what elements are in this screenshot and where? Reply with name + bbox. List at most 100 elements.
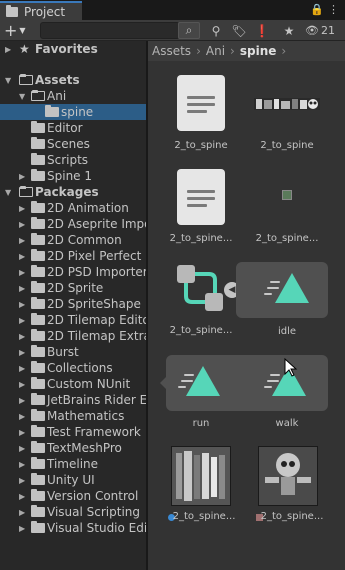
tree-row-package[interactable]: ▶ Mathematics (0, 408, 146, 424)
asset-text-file[interactable]: 2_to_spine (156, 71, 246, 161)
expand-arrow-icon[interactable]: ▶ (19, 524, 29, 533)
asset-animator-controller[interactable]: 2_to_spine... (156, 255, 246, 345)
expand-arrow-icon[interactable]: ▶ (5, 45, 15, 54)
expand-arrow-icon[interactable]: ▶ (19, 284, 29, 293)
search-mode-icon[interactable]: ⌕ (178, 22, 200, 39)
asset-label: 2_to_spine (260, 140, 314, 151)
tree-row-package[interactable]: ▶ Version Control (0, 488, 146, 504)
filter-label-icon[interactable]: 🏷 (228, 22, 250, 39)
expand-arrow-icon[interactable]: ▶ (19, 380, 29, 389)
collapse-arrow-icon[interactable]: ▼ (5, 188, 15, 197)
folder-icon (31, 281, 45, 293)
folder-icon (31, 473, 45, 485)
filter-type-icon[interactable]: ⚲ (205, 22, 227, 39)
tree-row-package[interactable]: ▶ Visual Studio Edit (0, 520, 146, 536)
expand-arrow-icon[interactable]: ▶ (19, 300, 29, 309)
tab-project[interactable]: Project (0, 1, 82, 20)
asset-texture[interactable]: 2_to_spine... (242, 443, 332, 533)
eye-slash-icon: 👁 (305, 24, 319, 37)
tree-row-package[interactable]: ▶ 2D Tilemap Extras (0, 328, 146, 344)
tree-row-ani[interactable]: ▼ Ani (0, 88, 146, 104)
asset-small-texture[interactable]: 2_to_spine... (242, 163, 332, 253)
tree-row-package[interactable]: ▶ 2D PSD Importer (0, 264, 146, 280)
tree-row-assets[interactable]: ▼ Assets (0, 72, 146, 88)
folder-icon (6, 4, 18, 17)
animation-clip-icon[interactable] (186, 366, 220, 396)
expand-arrow-icon[interactable]: ▶ (19, 396, 29, 405)
tree-row-package[interactable]: ▶ 2D Pixel Perfect (0, 248, 146, 264)
tree-row-package[interactable]: ▶ Collections (0, 360, 146, 376)
asset-clip-idle[interactable] (236, 262, 328, 318)
expand-arrow-icon[interactable]: ▶ (19, 172, 29, 181)
tree-label: Visual Studio Edit (47, 521, 146, 535)
add-button[interactable]: + ▼ (4, 21, 34, 40)
asset-texture[interactable]: 2_to_spine... (156, 443, 246, 533)
breadcrumb-spine[interactable]: spine (240, 44, 277, 58)
search-input[interactable] (40, 22, 180, 39)
log-icon[interactable]: ❗ (251, 22, 273, 39)
folder-tree: ▶ ★ Favorites ▼ Assets ▼ Ani spine Edito… (0, 41, 146, 570)
favorite-star-icon[interactable]: ★ (278, 22, 300, 39)
tree-row-spine[interactable]: spine (0, 104, 146, 120)
expand-arrow-icon[interactable]: ▶ (19, 204, 29, 213)
tree-label: 2D SpriteShape (47, 297, 141, 311)
tree-row-package[interactable]: ▶ 2D Sprite (0, 280, 146, 296)
text-file-icon (177, 75, 225, 131)
tree-row-package[interactable]: ▶ 2D Common (0, 232, 146, 248)
tree-row-package[interactable]: ▶ Burst (0, 344, 146, 360)
tree-row-packages[interactable]: ▼ Packages (0, 184, 146, 200)
tree-row-scenes[interactable]: Scenes (0, 136, 146, 152)
breadcrumb-assets[interactable]: Assets (152, 44, 191, 58)
chevron-down-icon: ▼ (19, 25, 26, 35)
tree-label: 2D Sprite (47, 281, 104, 295)
asset-text-file[interactable]: 2_to_spine... (156, 163, 246, 253)
breadcrumb-ani[interactable]: Ani (206, 44, 225, 58)
tree-row-package[interactable]: ▶ Test Framework (0, 424, 146, 440)
tree-row-package[interactable]: ▶ 2D Aseprite Impor (0, 216, 146, 232)
lock-icon[interactable]: 🔒 (310, 3, 324, 16)
tree-label: Visual Scripting (47, 505, 140, 519)
tree-row-package[interactable]: ▶ 2D Tilemap Editor (0, 312, 146, 328)
expand-arrow-icon[interactable]: ▶ (19, 412, 29, 421)
tree-row-package[interactable]: ▶ 2D SpriteShape (0, 296, 146, 312)
asset-browser: Assets › Ani › spine › 2_to_spine 2_to_s… (148, 41, 345, 570)
asset-label: 2_to_spine... (172, 511, 236, 522)
tree-row-package[interactable]: ▶ JetBrains Rider Ed (0, 392, 146, 408)
collapse-arrow-icon[interactable]: ▼ (5, 76, 15, 85)
expand-arrow-icon[interactable]: ▶ (19, 476, 29, 485)
expand-arrow-icon[interactable]: ▶ (19, 460, 29, 469)
expand-arrow-icon[interactable]: ▶ (19, 492, 29, 501)
expand-arrow-icon[interactable]: ▶ (19, 220, 29, 229)
asset-label: 2_to_spine... (255, 233, 319, 244)
expand-arrow-icon[interactable]: ▶ (19, 252, 29, 261)
expand-arrow-icon[interactable]: ▶ (19, 316, 29, 325)
asset-label: run (192, 418, 210, 429)
tree-row-spine-1[interactable]: ▶ Spine 1 (0, 168, 146, 184)
expand-arrow-icon[interactable]: ▶ (19, 348, 29, 357)
folder-icon (31, 137, 45, 149)
collapse-left-tab (160, 375, 168, 391)
expand-arrow-icon[interactable]: ▶ (19, 268, 29, 277)
asset-label: 2_to_spine... (169, 325, 233, 336)
expand-arrow-icon[interactable]: ▶ (19, 236, 29, 245)
kebab-menu-icon[interactable]: ⋮ (328, 3, 339, 16)
tree-row-package[interactable]: ▶ Unity UI (0, 472, 146, 488)
asset-atlas-texture[interactable]: 2_to_spine (242, 71, 332, 161)
tree-row-package[interactable]: ▶ Visual Scripting (0, 504, 146, 520)
tree-row-package[interactable]: ▶ TextMeshPro (0, 440, 146, 456)
expand-arrow-icon[interactable]: ▶ (19, 428, 29, 437)
collapse-arrow-icon[interactable]: ▼ (19, 92, 29, 101)
expand-arrow-icon[interactable]: ▶ (19, 364, 29, 373)
expand-arrow-icon[interactable]: ▶ (19, 508, 29, 517)
tree-row-package[interactable]: ▶ Timeline (0, 456, 146, 472)
tree-row-editor[interactable]: Editor (0, 120, 146, 136)
tree-label: Mathematics (47, 409, 125, 423)
expand-arrow-icon[interactable]: ▶ (19, 444, 29, 453)
expand-arrow-icon[interactable]: ▶ (19, 332, 29, 341)
tree-row-favorites[interactable]: ▶ ★ Favorites (0, 41, 146, 57)
folder-icon (31, 153, 45, 165)
tree-row-package[interactable]: ▶ 2D Animation (0, 200, 146, 216)
hidden-packages-toggle[interactable]: 👁 21 (305, 22, 335, 39)
tree-row-package[interactable]: ▶ Custom NUnit (0, 376, 146, 392)
tree-row-scripts[interactable]: Scripts (0, 152, 146, 168)
